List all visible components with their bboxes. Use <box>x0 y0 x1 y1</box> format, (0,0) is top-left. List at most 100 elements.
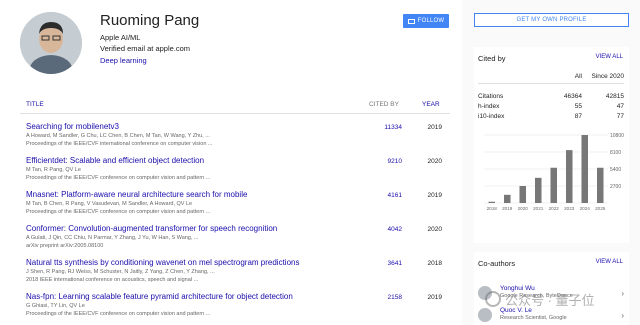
publication-cited-count[interactable]: 3641 <box>370 260 402 267</box>
publication-venue: arXiv preprint arXiv:2005.08100 <box>26 243 104 249</box>
chevron-right-icon[interactable]: › <box>621 311 624 320</box>
publication-venue: Proceedings of the IEEE/CVF conference o… <box>26 209 211 215</box>
chart-bar-2023[interactable] <box>565 150 573 203</box>
cited-by-card: Cited by VIEW ALL All Since 2020 Citatio… <box>474 47 629 243</box>
x-tick-label: 2019 <box>502 206 513 211</box>
publication-row: Mnasnet: Platform-aware neural architect… <box>20 190 450 224</box>
y-tick-label: 10800 <box>610 133 624 139</box>
profile-avatar <box>20 12 82 74</box>
profile-header: Ruoming Pang Apple AI/ML Verified email … <box>0 0 462 90</box>
coauthor-avatar <box>478 308 492 322</box>
profile-affiliation: Apple AI/ML <box>100 33 141 42</box>
x-tick-label: 2021 <box>533 206 544 211</box>
publication-row: Efficientdet: Scalable and efficient obj… <box>20 156 450 190</box>
profile-email: Verified email at apple.com <box>100 44 191 53</box>
publication-venue: Proceedings of the IEEE/CVF internationa… <box>26 141 213 147</box>
publication-year: 2018 <box>427 260 442 267</box>
publication-authors: J Shen, R Pang, RJ Weiss, M Schuster, N … <box>26 269 215 275</box>
y-tick-label: 2700 <box>610 184 621 190</box>
stats-divider <box>478 83 624 84</box>
cited-by-view-all-link[interactable]: VIEW ALL <box>596 54 623 60</box>
coauthor-affiliation: Research Scientist, Google <box>500 315 567 321</box>
watermark-text: 公众号 · 量子位 <box>505 292 595 308</box>
publication-year: 2019 <box>427 294 442 301</box>
publication-title-link[interactable]: Searching for mobilenetv3 <box>26 122 119 131</box>
stats-since-value: 77 <box>616 113 624 120</box>
publication-authors: A Gulati, J Qin, CC Chiu, N Parmar, Y Zh… <box>26 235 199 241</box>
sort-title-header[interactable]: TITLE <box>26 101 44 108</box>
chart-bar-2021[interactable] <box>534 177 542 203</box>
mail-icon <box>407 18 415 24</box>
publication-year: 2019 <box>427 124 442 131</box>
publication-row: Searching for mobilenetv3 A Howard, M San… <box>20 122 450 156</box>
publication-cited-count[interactable]: 4161 <box>370 192 402 199</box>
publication-venue: 2018 IEEE international conference on ac… <box>26 277 199 283</box>
cited-by-heading: Cited by <box>478 54 506 63</box>
stats-since-value: 47 <box>616 103 624 110</box>
x-tick-label: 2025 <box>595 206 606 211</box>
chart-bar-2019[interactable] <box>503 194 511 203</box>
stats-label: i10-index <box>478 113 505 120</box>
y-tick-label: 8100 <box>610 150 621 156</box>
stats-col-all: All <box>574 73 582 80</box>
publication-row: Nas-fpn: Learning scalable feature pyram… <box>20 292 450 325</box>
profile-name: Ruoming Pang <box>100 12 200 29</box>
watermark: 公众号 · 量子位 <box>485 289 625 309</box>
publication-authors: A Howard, M Sandler, G Chu, LC Chen, B C… <box>26 133 210 139</box>
publication-authors: M Tan, R Pang, QV Le <box>26 167 81 173</box>
publication-year: 2020 <box>427 226 442 233</box>
publication-row: Natural tts synthesis by conditioning wa… <box>20 258 450 292</box>
stats-row-i10-index: i10-index 87 77 <box>478 113 624 123</box>
follow-button[interactable]: FOLLOW <box>403 14 449 28</box>
publication-title-link[interactable]: Efficientdet: Scalable and efficient obj… <box>26 156 204 165</box>
publication-cited-count[interactable]: 2158 <box>370 294 402 301</box>
publication-cited-count[interactable]: 9210 <box>370 158 402 165</box>
coauthors-heading: Co-authors <box>478 259 516 268</box>
wechat-logo-icon <box>485 291 501 307</box>
publication-row: Conformer: Convolution-augmented transfo… <box>20 224 450 258</box>
publication-authors: M Tan, B Chen, R Pang, V Vasudevan, M Sa… <box>26 201 193 207</box>
publication-title-link[interactable]: Mnasnet: Platform-aware neural architect… <box>26 190 247 199</box>
stats-since-value: 42815 <box>605 93 624 100</box>
x-tick-label: 2020 <box>518 206 529 211</box>
publication-title-link[interactable]: Conformer: Convolution-augmented transfo… <box>26 224 277 233</box>
stats-all-value: 87 <box>574 113 582 120</box>
chart-bar-2020[interactable] <box>519 186 527 203</box>
sort-cited-header[interactable]: CITED BY <box>369 101 399 108</box>
publication-cited-count[interactable]: 11334 <box>370 124 402 131</box>
stats-row-citations: Citations 46364 42815 <box>478 93 624 103</box>
x-tick-label: 2024 <box>580 206 591 211</box>
publication-authors: G Ghiasi, TY Lin, QV Le <box>26 303 85 309</box>
sort-year-header[interactable]: YEAR <box>422 101 440 108</box>
publication-cited-count[interactable]: 4042 <box>370 226 402 233</box>
follow-label: FOLLOW <box>417 18 445 24</box>
chart-bar-2018[interactable] <box>488 201 496 203</box>
x-tick-label: 2022 <box>549 206 560 211</box>
publication-title-link[interactable]: Natural tts synthesis by conditioning wa… <box>26 258 299 267</box>
sidebar: GET MY OWN PROFILE Cited by VIEW ALL All… <box>462 0 640 325</box>
publication-venue: Proceedings of the IEEE/CVF conference o… <box>26 311 211 317</box>
chart-bar-2022[interactable] <box>550 167 558 203</box>
stats-label: h-index <box>478 103 500 110</box>
stats-all-value: 46364 <box>563 93 582 100</box>
citations-per-year-chart: 2700 5400 8100 10800 2018 2019 2020 2021 2022 202… <box>484 133 624 211</box>
stats-col-since: Since 2020 <box>591 73 624 80</box>
y-tick-label: 5400 <box>610 167 621 173</box>
stats-all-value: 55 <box>574 103 582 110</box>
publication-year: 2019 <box>427 192 442 199</box>
publication-year: 2020 <box>427 158 442 165</box>
chart-bar-2025[interactable] <box>596 167 604 203</box>
profile-interest-link[interactable]: Deep learning <box>100 56 147 65</box>
stats-header-row: All Since 2020 <box>478 73 624 84</box>
stats-label: Citations <box>478 93 504 100</box>
table-header: TITLE CITED BY YEAR <box>20 94 450 114</box>
x-tick-label: 2018 <box>487 206 498 211</box>
chart-bar-2024[interactable] <box>581 135 589 203</box>
main-column: Ruoming Pang Apple AI/ML Verified email … <box>0 0 462 325</box>
get-my-own-profile-button[interactable]: GET MY OWN PROFILE <box>474 13 629 27</box>
stats-row-h-index: h-index 55 47 <box>478 103 624 113</box>
publication-title-link[interactable]: Nas-fpn: Learning scalable feature pyram… <box>26 292 293 301</box>
publication-venue: Proceedings of the IEEE/CVF conference o… <box>26 175 211 181</box>
x-tick-label: 2023 <box>564 206 575 211</box>
coauthors-view-all-link[interactable]: VIEW ALL <box>596 259 623 265</box>
